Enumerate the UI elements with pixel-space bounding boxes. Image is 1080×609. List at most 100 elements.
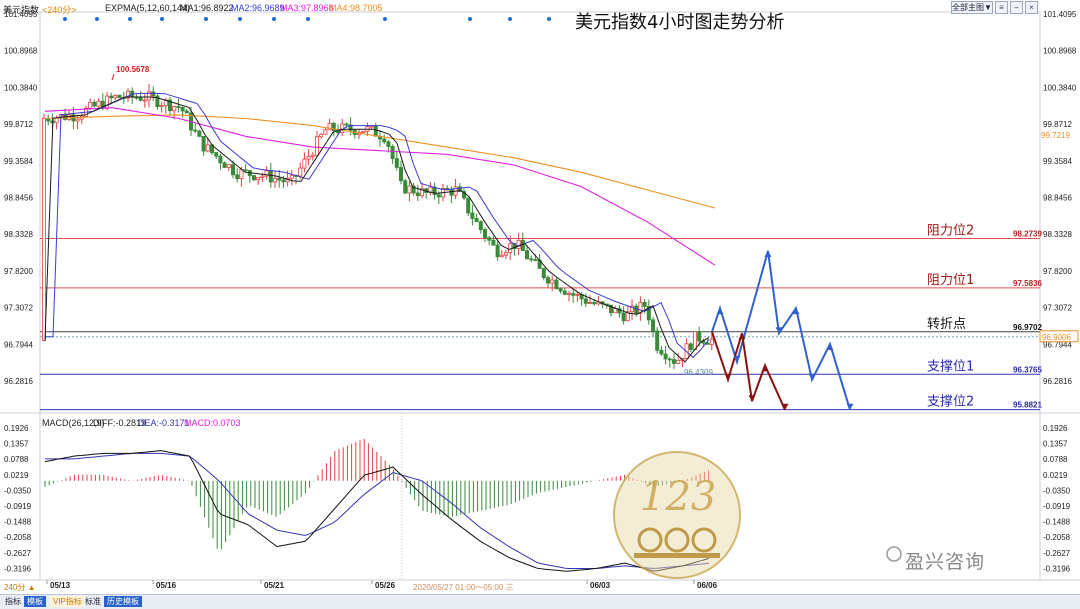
macd-tick-right: -0.2058 [1043, 533, 1071, 542]
low-price-label: 96.4309 [684, 368, 713, 377]
candle-body [508, 243, 513, 254]
tab-standard[interactable]: 标准 [82, 596, 104, 607]
level-label: 支撑位1 [927, 359, 974, 374]
close-icon[interactable]: × [1025, 1, 1038, 14]
forecast-red-line [711, 331, 786, 411]
candle-body [554, 279, 559, 290]
candle-body [302, 158, 307, 169]
candle-body [281, 179, 286, 183]
arrow-head [781, 403, 789, 410]
candle-body [180, 107, 185, 112]
marker-dot [468, 17, 472, 21]
level-value: 98.2739 [1013, 229, 1042, 238]
watermark-text: 盈兴咨询 [905, 551, 986, 573]
candle-body [516, 239, 521, 250]
level-label: 转折点 [927, 317, 966, 332]
candle-body [525, 250, 530, 260]
ma1-value: MA1:96.8922 [180, 3, 234, 13]
candle-body [667, 358, 672, 361]
price-tick-left: 100.3840 [4, 83, 38, 92]
candle-body [222, 162, 227, 168]
candle-body [503, 252, 508, 256]
marker-dot [63, 17, 67, 21]
ma4-axis-label: 99.7219 [1041, 131, 1070, 140]
price-tick-left: 96.2816 [4, 377, 33, 386]
candle-body [642, 301, 647, 307]
candle-body [482, 229, 487, 239]
macd-tick-left: 0.1357 [4, 440, 29, 449]
candle-body [520, 239, 525, 252]
marker-dot [306, 17, 310, 21]
candle-body [96, 100, 101, 107]
price-tick-left: 100.8968 [4, 47, 38, 56]
candle-body [197, 130, 202, 137]
candle-body [499, 254, 504, 258]
marker-dot [508, 17, 512, 21]
bottom-period-selector[interactable]: 240分 ▲ [4, 582, 36, 593]
candle-body [487, 237, 492, 241]
candle-body [289, 174, 294, 179]
candle-body [251, 175, 256, 181]
candle-body [117, 94, 122, 99]
candle-body [373, 125, 378, 137]
candle-body [672, 359, 677, 364]
candle-body [361, 130, 366, 133]
macd-tick-right: 0.1926 [1043, 424, 1068, 433]
price-tick-left: 99.3584 [4, 157, 33, 166]
macd-tick-left: -0.0350 [4, 486, 32, 495]
macd-tick-right: -0.1488 [1043, 518, 1071, 527]
candle-body [54, 117, 59, 124]
price-tick-left: 97.3072 [4, 304, 33, 313]
candle-body [226, 164, 231, 168]
macd-tick-left: 0.0788 [4, 455, 29, 464]
candle-body [491, 239, 496, 246]
candle-body [230, 164, 235, 176]
candle-body [562, 290, 567, 295]
candle-body [583, 298, 588, 304]
candle-body [306, 156, 311, 160]
candle-body [529, 258, 534, 261]
level-value: 96.3765 [1013, 365, 1042, 374]
candle-body [256, 176, 261, 181]
tab-indicator[interactable]: 指标 [2, 596, 24, 607]
logo-mark: 123 [640, 474, 716, 520]
tab-template[interactable]: 模板 [24, 596, 46, 607]
candle-body [592, 302, 597, 305]
time-tick-label: 05/26 [375, 581, 396, 590]
plot-frame [39, 11, 1041, 581]
price-chart[interactable]: 101.4095 101.4095100.8968 100.8968100.3840… [0, 0, 1080, 608]
candle-body [142, 99, 147, 102]
price-tick-left: 96.7944 [4, 340, 33, 349]
minimize-icon[interactable]: – [1010, 1, 1023, 14]
tab-vip-indicator[interactable]: VIP指标 [50, 596, 85, 607]
price-tick-right: 96.2816 [1043, 377, 1072, 386]
candle-body [470, 212, 475, 219]
settings-icon[interactable]: ≡ [995, 1, 1008, 14]
macd-tick-right: -0.2627 [1043, 549, 1071, 558]
main-chart-menu-button[interactable]: 全部主图▼ [951, 1, 993, 14]
candle-body [314, 136, 319, 156]
macd-tick-right: -0.0350 [1043, 486, 1071, 495]
price-tick-right: 97.8200 [1043, 267, 1072, 276]
wechat-icon [886, 546, 902, 562]
candle-body [466, 197, 471, 214]
time-tick-label: 05/21 [264, 581, 285, 590]
macd-tick-left: -0.3196 [4, 564, 32, 573]
price-tick-right: 99.8712 [1043, 120, 1072, 129]
period-label: <240分> [42, 5, 77, 15]
tab-history-template[interactable]: 历史模板 [104, 596, 142, 607]
macd-tick-left: 0.1926 [4, 424, 29, 433]
macd-tick-right: 0.1357 [1043, 440, 1068, 449]
price-tick-right: 97.3072 [1043, 304, 1072, 313]
price-tick-left: 97.8200 [4, 267, 33, 276]
macd-tick-right: 0.0788 [1043, 455, 1068, 464]
candle-body [394, 158, 399, 168]
candle-body [268, 170, 273, 183]
arrow-head [724, 373, 732, 380]
chart-window: 101.4095 101.4095 100.8968 100.8968 100.3840… [0, 0, 1080, 609]
candle-body [541, 268, 546, 279]
candle-body [184, 110, 189, 114]
candle-body [655, 330, 660, 351]
candle-body [474, 218, 479, 223]
candle-body [709, 338, 714, 345]
